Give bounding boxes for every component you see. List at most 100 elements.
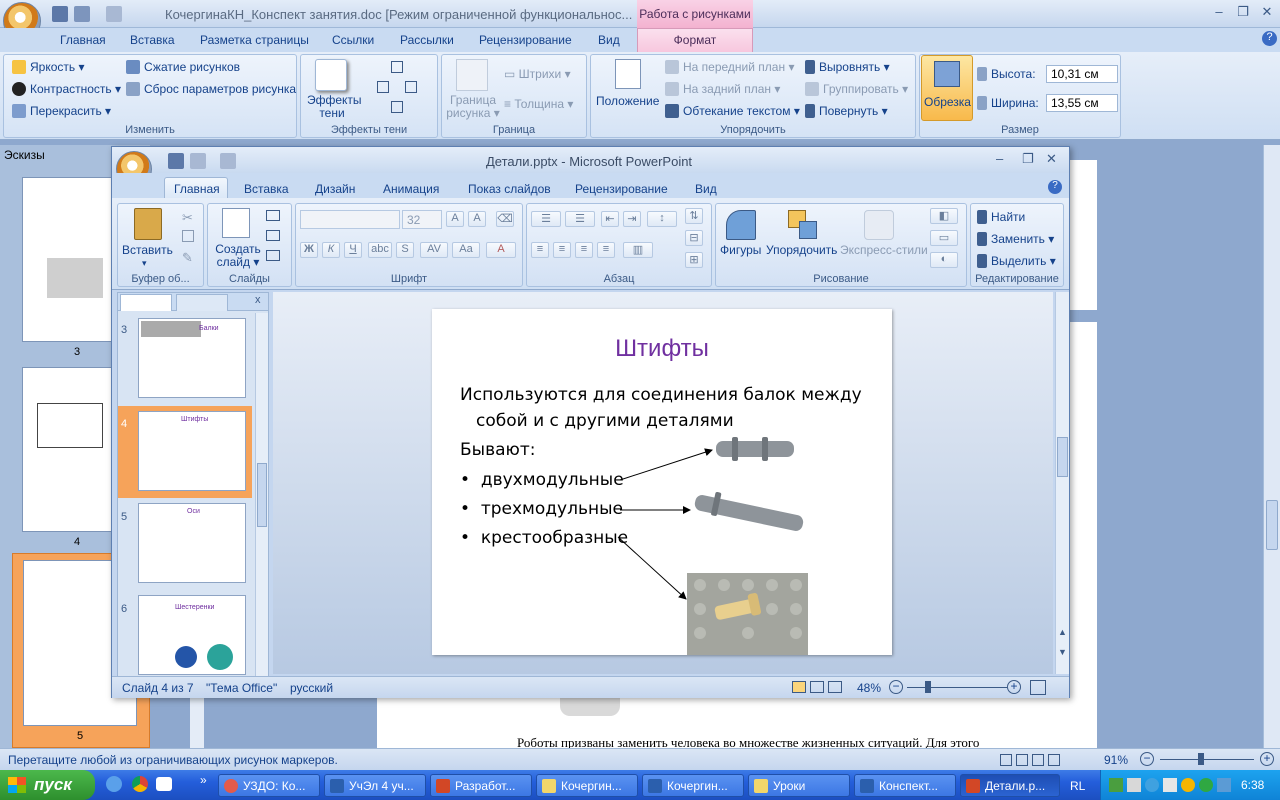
canvas-vertical-scrollbar[interactable]: ▲ ▼ <box>1055 292 1069 674</box>
tab-references[interactable]: Ссылки <box>332 33 374 47</box>
taskbar-item[interactable]: УЗДО: Ко... <box>218 774 320 797</box>
zoom-in-icon[interactable]: + <box>1260 752 1274 766</box>
zoom-slider-thumb[interactable] <box>1198 753 1204 765</box>
minimize-icon[interactable]: ‒ <box>1208 4 1230 22</box>
network-icon[interactable] <box>1127 778 1141 792</box>
shapes-icon[interactable] <box>726 210 756 240</box>
text-wrapping-button[interactable]: Обтекание текстом ▾ <box>665 104 800 118</box>
compress-pictures-button[interactable]: Сжатие рисунков <box>126 60 240 74</box>
ppt-tab-review[interactable]: Рецензирование <box>575 182 668 196</box>
tab-page-layout[interactable]: Разметка страницы <box>200 33 309 47</box>
paste-icon[interactable] <box>134 208 162 240</box>
ppt-minimize-icon[interactable]: ‒ <box>996 151 1003 166</box>
shadow-nudge-icons[interactable] <box>377 61 417 117</box>
brightness-button[interactable]: Яркость ▾ <box>12 60 85 74</box>
delete-slide-icon[interactable] <box>266 250 280 261</box>
maximize-icon[interactable]: ❐ <box>1232 4 1254 22</box>
align-button[interactable]: Выровнять ▾ <box>805 60 890 74</box>
ppt-help-icon[interactable]: ? <box>1048 180 1062 194</box>
slide-thumbnail-5[interactable]: Оси <box>138 503 246 583</box>
arrange-button[interactable]: Упорядочить <box>766 243 837 257</box>
info-icon[interactable] <box>1199 778 1213 792</box>
view-buttons[interactable] <box>1000 754 1090 766</box>
height-field[interactable]: 10,31 см <box>1046 65 1118 83</box>
scroll-thumb[interactable] <box>1266 500 1278 550</box>
taskbar-item[interactable]: Уроки <box>748 774 850 797</box>
tray-icon[interactable] <box>1217 778 1231 792</box>
width-field[interactable]: 13,55 см <box>1046 94 1118 112</box>
slide-thumbnail-4[interactable]: Штифты <box>138 411 246 491</box>
tab-view[interactable]: Вид <box>598 33 620 47</box>
taskbar-item[interactable]: Разработ... <box>430 774 532 797</box>
next-slide-icon[interactable]: ▼ <box>1058 647 1067 657</box>
tray-icon[interactable] <box>1109 778 1123 792</box>
previous-slide-icon[interactable]: ▲ <box>1058 627 1067 637</box>
crop-button[interactable]: Обрезка <box>921 55 973 121</box>
reset-picture-button[interactable]: Сброс параметров рисунка <box>126 82 296 96</box>
ppt-tab-slideshow[interactable]: Показ слайдов <box>468 182 551 196</box>
arrange-icon[interactable] <box>788 210 818 240</box>
layout-icon[interactable] <box>266 210 280 221</box>
fit-slide-icon[interactable] <box>1030 680 1046 695</box>
replace-button[interactable]: Заменить ▾ <box>977 232 1054 246</box>
ppt-tab-home[interactable]: Главная <box>174 182 220 196</box>
save-icon[interactable] <box>52 6 68 22</box>
slide-4[interactable]: Штифты Используются для соединения балок… <box>432 309 892 655</box>
ppt-zoom-in-icon[interactable]: + <box>1007 680 1021 694</box>
reset-slide-icon[interactable] <box>266 230 280 241</box>
taskbar-item[interactable]: Конспект... <box>854 774 956 797</box>
tab-home[interactable]: Главная <box>60 33 106 47</box>
position-button[interactable]: Положение <box>596 94 659 108</box>
redo-icon[interactable] <box>106 6 122 22</box>
zoom-slider[interactable] <box>1160 759 1254 760</box>
language-indicator[interactable]: RL <box>1070 779 1085 793</box>
undo-icon[interactable] <box>74 6 90 22</box>
ie-icon[interactable] <box>106 776 122 792</box>
ppt-maximize-icon[interactable]: ❐ <box>1022 151 1034 167</box>
outline-tab[interactable] <box>176 294 228 311</box>
paste-button[interactable]: Вставить <box>122 243 173 257</box>
shapes-button[interactable]: Фигуры <box>720 243 761 257</box>
ppt-zoom-slider-thumb[interactable] <box>925 681 931 693</box>
ppt-undo-icon[interactable] <box>190 153 206 169</box>
tab-mailings[interactable]: Рассылки <box>400 33 454 47</box>
start-button[interactable]: пуск <box>0 770 95 800</box>
slide-thumbnail-3[interactable]: Балки <box>138 318 246 398</box>
chrome-icon[interactable] <box>132 776 148 792</box>
find-button[interactable]: Найти <box>977 210 1025 224</box>
recolor-button[interactable]: Перекрасить ▾ <box>12 104 111 118</box>
zoom-out-icon[interactable]: − <box>1140 752 1154 766</box>
ppt-tab-insert[interactable]: Вставка <box>244 182 289 196</box>
help-icon[interactable]: ? <box>1262 31 1277 46</box>
close-pane-icon[interactable]: x <box>255 294 261 306</box>
volume-icon[interactable] <box>1163 778 1177 792</box>
ppt-close-icon[interactable]: ✕ <box>1046 151 1057 167</box>
contrast-button[interactable]: Контрастность ▾ <box>12 82 121 96</box>
slide-thumbnail-6[interactable]: Шестеренки <box>138 595 246 675</box>
ppt-tab-view[interactable]: Вид <box>695 182 717 196</box>
tab-format[interactable]: Формат <box>637 28 753 52</box>
page-thumbnail-3[interactable] <box>22 177 114 342</box>
new-slide-button[interactable]: Создать слайд ▾ <box>212 243 264 269</box>
ppt-save-icon[interactable] <box>168 153 184 169</box>
tab-review[interactable]: Рецензирование <box>479 33 572 47</box>
slides-tab[interactable] <box>120 294 172 311</box>
word-vertical-scrollbar[interactable] <box>1263 145 1280 748</box>
ppt-zoom-out-icon[interactable]: − <box>889 680 903 694</box>
paste-dropdown[interactable]: ▾ <box>142 258 147 269</box>
tray-icon[interactable] <box>1181 778 1195 792</box>
quicklaunch-more-icon[interactable]: » <box>200 773 207 787</box>
messenger-icon[interactable] <box>156 777 172 791</box>
shadow-effects-icon[interactable] <box>315 59 347 91</box>
shadow-effects-button[interactable]: Эффекты тени <box>307 94 362 120</box>
tray-icon[interactable] <box>1145 778 1159 792</box>
taskbar-item[interactable]: Кочергин... <box>536 774 638 797</box>
page-thumbnail-4[interactable] <box>22 367 114 532</box>
new-slide-icon[interactable] <box>222 208 250 238</box>
position-icon[interactable] <box>615 59 641 89</box>
rotate-button[interactable]: Повернуть ▾ <box>805 104 888 118</box>
ppt-tab-animation[interactable]: Анимация <box>383 182 439 196</box>
ppt-tab-design[interactable]: Дизайн <box>315 182 355 196</box>
ppt-zoom-slider[interactable] <box>907 687 1007 688</box>
select-button[interactable]: Выделить ▾ <box>977 254 1056 268</box>
